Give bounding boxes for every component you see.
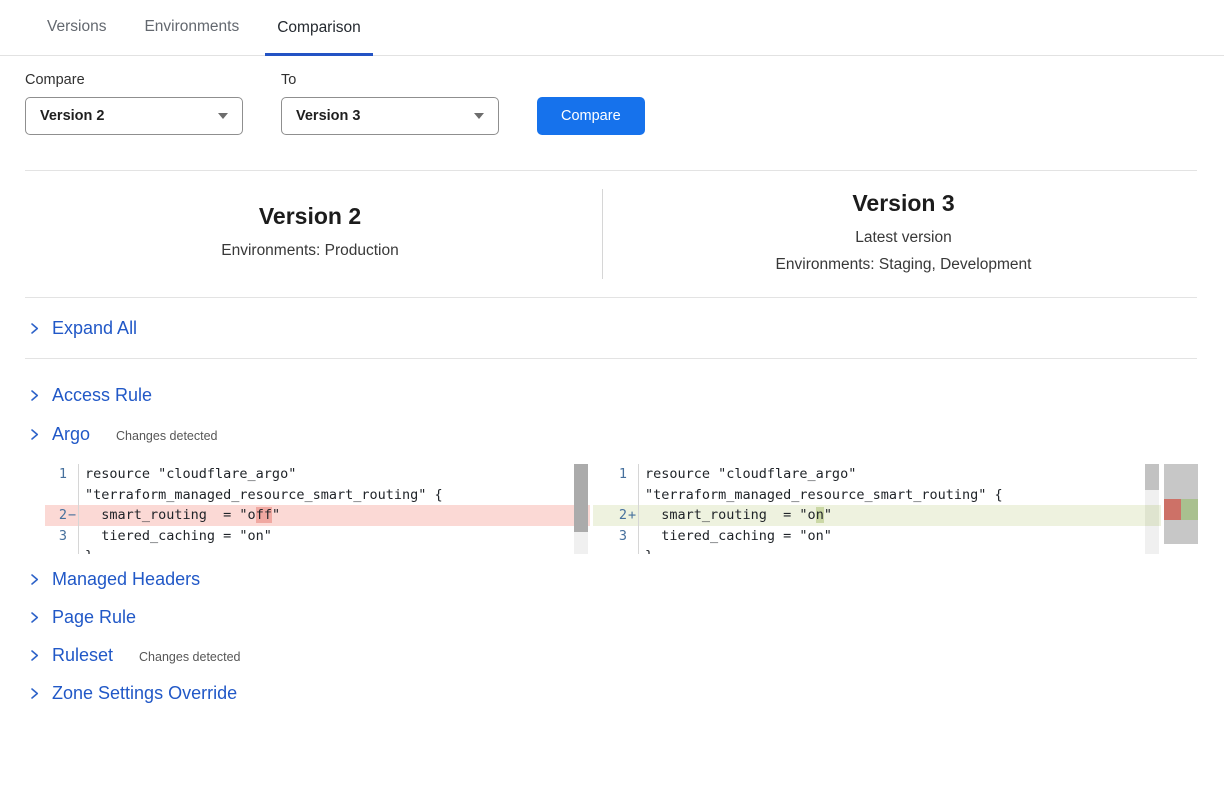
diff-pane-left: 1 resource "cloudflare_argo" "terraform_… — [45, 464, 590, 554]
comparison-page: Versions Environments Comparison Compare… — [0, 0, 1224, 788]
diff-pane-right: 1 resource "cloudflare_argo" "terraform_… — [593, 464, 1161, 554]
compare-version-value: Version 2 — [40, 108, 104, 124]
section-label: Argo — [52, 424, 90, 445]
section-managed-headers[interactable]: Managed Headers — [0, 569, 1224, 590]
left-pane-scrollbar[interactable] — [574, 464, 588, 554]
to-version-select[interactable]: Version 3 — [281, 97, 499, 135]
to-field: To Version 3 — [281, 72, 499, 135]
diff-line-wrap: "terraform_managed_resource_smart_routin… — [45, 485, 590, 506]
section-label: Zone Settings Override — [52, 683, 237, 704]
chevron-right-icon — [28, 611, 41, 624]
argo-diff-viewer: 1 resource "cloudflare_argo" "terraform_… — [45, 464, 1224, 554]
compare-field: Compare Version 2 — [25, 72, 243, 135]
section-ruleset[interactable]: Ruleset Changes detected — [0, 645, 1224, 666]
version-right-header: Version 3 Latest version Environments: S… — [610, 185, 1197, 283]
diff-line: 1 resource "cloudflare_argo" — [45, 464, 590, 485]
section-label: Managed Headers — [52, 569, 200, 590]
version-left-header: Version 2 Environments: Production — [25, 185, 595, 283]
char-diff-highlight: ff — [256, 507, 272, 523]
tab-environments[interactable]: Environments — [132, 2, 251, 55]
expand-all-button[interactable]: Expand All — [0, 298, 1224, 358]
diff-line: 1 resource "cloudflare_argo" — [593, 464, 1161, 485]
tab-comparison[interactable]: Comparison — [265, 3, 373, 56]
compare-version-select[interactable]: Version 2 — [25, 97, 243, 135]
tab-versions[interactable]: Versions — [35, 2, 118, 55]
chevron-right-icon — [28, 649, 41, 662]
section-label: Page Rule — [52, 607, 136, 628]
to-label: To — [281, 72, 499, 88]
version-left-environments: Environments: Production — [221, 237, 398, 264]
version-headers: Version 2 Environments: Production Versi… — [0, 171, 1224, 297]
diff-line: 3 tiered_caching = "on" — [45, 526, 590, 547]
chevron-right-icon — [28, 687, 41, 700]
diff-line-added: 2+ smart_routing = "on" — [593, 505, 1161, 526]
section-page-rule[interactable]: Page Rule — [0, 607, 1224, 628]
compare-label: Compare — [25, 72, 243, 88]
section-label: Access Rule — [52, 385, 152, 406]
divider — [25, 358, 1197, 359]
tab-bar: Versions Environments Comparison — [0, 0, 1224, 56]
scrollbar-diff-tint — [1145, 505, 1159, 526]
minimap-addition-marker — [1181, 499, 1198, 520]
chevron-right-icon — [28, 573, 41, 586]
section-label: Ruleset — [52, 645, 113, 666]
section-argo[interactable]: Argo Changes detected — [0, 424, 1224, 445]
to-version-value: Version 3 — [296, 108, 360, 124]
expand-all-label: Expand All — [52, 318, 137, 339]
compare-button[interactable]: Compare — [537, 97, 645, 135]
chevron-right-icon — [28, 322, 41, 335]
compare-controls: Compare Version 2 To Version 3 Compare — [25, 72, 1224, 135]
scrollbar-thumb[interactable] — [574, 464, 588, 532]
diff-minimap[interactable] — [1164, 464, 1198, 544]
changes-detected-badge: Changes detected — [139, 648, 240, 664]
char-diff-highlight: n — [816, 507, 824, 523]
chevron-right-icon — [28, 428, 41, 441]
version-right-environments: Environments: Staging, Development — [776, 251, 1032, 278]
vertical-divider — [602, 189, 603, 279]
diff-line-wrap: "terraform_managed_resource_smart_routin… — [593, 485, 1161, 506]
right-pane-scrollbar[interactable] — [1145, 464, 1159, 554]
version-right-title: Version 3 — [852, 190, 954, 217]
diff-line: 3 tiered_caching = "on" — [593, 526, 1161, 547]
chevron-down-icon — [474, 113, 484, 119]
diff-line: } — [45, 546, 590, 554]
scrollbar-thumb[interactable] — [1145, 464, 1159, 490]
chevron-right-icon — [28, 389, 41, 402]
version-right-latest: Latest version — [855, 224, 952, 251]
minimap-deletion-marker — [1164, 499, 1181, 520]
diff-line-deleted: 2− smart_routing = "off" — [45, 505, 590, 526]
chevron-down-icon — [218, 113, 228, 119]
diff-line: } — [593, 546, 1161, 554]
version-left-title: Version 2 — [259, 203, 361, 230]
changes-detected-badge: Changes detected — [116, 427, 217, 443]
section-zone-settings-override[interactable]: Zone Settings Override — [0, 683, 1224, 704]
section-access-rule[interactable]: Access Rule — [0, 385, 1224, 406]
